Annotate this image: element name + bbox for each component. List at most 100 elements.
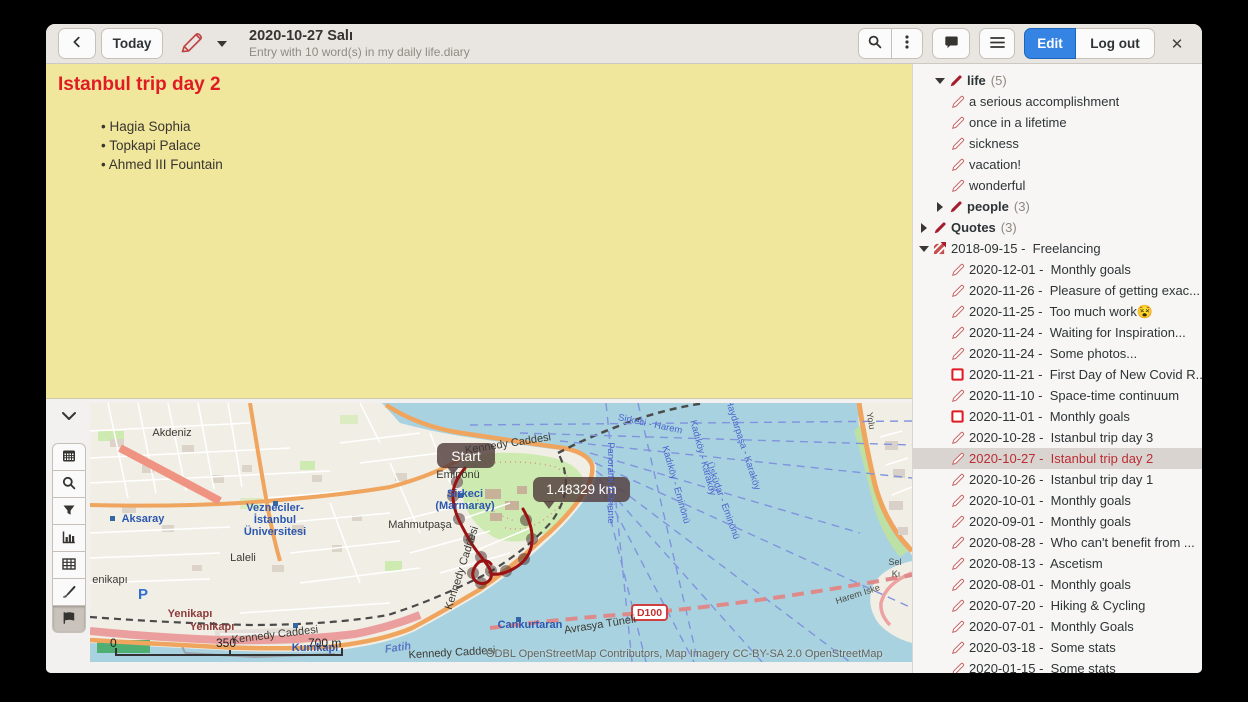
kebab-menu-button[interactable] bbox=[892, 28, 923, 59]
todo-icon bbox=[951, 409, 966, 424]
expander-open-icon[interactable] bbox=[935, 76, 945, 86]
pencil-outline-icon bbox=[951, 283, 966, 298]
tree-row[interactable]: Quotes (3) bbox=[913, 217, 1202, 238]
chart-icon bbox=[61, 529, 77, 548]
expander-closed-icon[interactable] bbox=[919, 223, 929, 233]
pencil-outline-icon bbox=[951, 157, 966, 172]
map-panel[interactable]: Start 1.48329 km D100 AkdenizAksarayVezn… bbox=[90, 403, 912, 662]
tree-row[interactable]: 2018-09-15 - Freelancing bbox=[913, 238, 1202, 259]
tree-row[interactable]: 2020-11-24 - Some photos... bbox=[913, 343, 1202, 364]
map-toolbar bbox=[52, 443, 86, 633]
tree-row[interactable]: 2020-07-01 - Monthly Goals bbox=[913, 616, 1202, 637]
tree-row[interactable]: wonderful bbox=[913, 175, 1202, 196]
logout-button[interactable]: Log out bbox=[1076, 28, 1155, 59]
tree-row[interactable]: 2020-11-21 - First Day of New Covid R... bbox=[913, 364, 1202, 385]
bookmark-icon bbox=[943, 34, 960, 53]
tree-row[interactable]: 2020-08-13 - Ascetism bbox=[913, 553, 1202, 574]
pencil-outline-icon bbox=[951, 640, 966, 655]
tree-row-label: 2020-08-13 - Ascetism bbox=[969, 556, 1103, 571]
map-label: Vezneciler- İstanbul Üniversitesi bbox=[244, 502, 306, 538]
map-scale-bar bbox=[115, 648, 343, 656]
flag-icon bbox=[61, 610, 77, 629]
main-menu-button[interactable] bbox=[979, 28, 1015, 59]
tree-row-label: vacation! bbox=[969, 157, 1021, 172]
chevron-down-icon bbox=[61, 410, 77, 425]
tree-row-count: (3) bbox=[1001, 220, 1017, 235]
map-label: Eminönü bbox=[436, 469, 479, 481]
tree-row[interactable]: 2020-09-01 - Monthly goals bbox=[913, 511, 1202, 532]
todo-icon bbox=[951, 367, 966, 382]
headerbar: Today 2020-10-27 Salı Entry with 10 word… bbox=[46, 24, 1202, 64]
pencil-outline-icon bbox=[951, 493, 966, 508]
edit-button[interactable]: Edit bbox=[1024, 28, 1076, 59]
tree-row[interactable]: once in a lifetime bbox=[913, 112, 1202, 133]
chevron-left-icon bbox=[70, 35, 84, 52]
map-label: Laleli bbox=[230, 552, 256, 564]
paint-button[interactable] bbox=[52, 578, 86, 606]
pencil-filled-icon bbox=[949, 199, 964, 214]
collapse-map-button[interactable] bbox=[56, 408, 82, 426]
search-button[interactable] bbox=[52, 470, 86, 498]
tree-row-label: Quotes bbox=[951, 220, 996, 235]
calendar-icon bbox=[61, 448, 77, 467]
table-button[interactable] bbox=[52, 551, 86, 579]
tree-row[interactable]: 2020-10-01 - Monthly goals bbox=[913, 490, 1202, 511]
entry-subtitle: Entry with 10 word(s) in my daily life.d… bbox=[249, 45, 470, 59]
tree-row[interactable]: 2020-08-01 - Monthly goals bbox=[913, 574, 1202, 595]
tree-row[interactable]: 2020-07-20 - Hiking & Cycling bbox=[913, 595, 1202, 616]
entry-dropdown-button[interactable] bbox=[211, 28, 233, 59]
tree-row[interactable]: 2020-11-26 - Pleasure of getting exac... bbox=[913, 280, 1202, 301]
tree-row[interactable]: 2020-11-25 - Too much work😵 bbox=[913, 301, 1202, 322]
map-label: Aksaray bbox=[122, 513, 165, 525]
map-label: Yolu bbox=[864, 412, 877, 431]
pencil-outline-icon bbox=[951, 115, 966, 130]
expander-open-icon[interactable] bbox=[919, 244, 929, 254]
tree-row-label: 2020-01-15 - Some stats bbox=[969, 661, 1116, 673]
entry-editor[interactable]: Istanbul trip day 2 Hagia SophiaTopkapi … bbox=[46, 64, 912, 399]
tree-row[interactable]: 2020-08-28 - Who can't benefit from ... bbox=[913, 532, 1202, 553]
bookmarks-button[interactable] bbox=[932, 28, 970, 59]
tree-row[interactable]: 2020-12-01 - Monthly goals bbox=[913, 259, 1202, 280]
tree-row[interactable]: 2020-11-10 - Space-time continuum bbox=[913, 385, 1202, 406]
search-button[interactable] bbox=[858, 28, 892, 59]
tree-row-label: 2020-10-01 - Monthly goals bbox=[969, 493, 1131, 508]
calendar-button[interactable] bbox=[52, 443, 86, 471]
tree-row[interactable]: life(5) bbox=[913, 70, 1202, 91]
map-label: Mahmutpaşa bbox=[388, 519, 452, 531]
pencil-outline-icon bbox=[951, 346, 966, 361]
today-button[interactable]: Today bbox=[101, 28, 163, 59]
close-window-button[interactable]: ✕ bbox=[1164, 28, 1190, 59]
pencil-outline-icon bbox=[951, 178, 966, 193]
filter-icon bbox=[61, 502, 77, 521]
tree-row-label: 2020-11-24 - Waiting for Inspiration... bbox=[969, 325, 1186, 340]
pencil-outline-icon bbox=[951, 388, 966, 403]
entry-bullet-list: Hagia SophiaTopkapi PalaceAhmed III Foun… bbox=[101, 117, 900, 174]
tree-row[interactable]: vacation! bbox=[913, 154, 1202, 175]
search-menu-group bbox=[858, 28, 923, 59]
tree-row[interactable]: 2020-10-26 - Istanbul trip day 1 bbox=[913, 469, 1202, 490]
tree-row[interactable]: 2020-10-28 - Istanbul trip day 3 bbox=[913, 427, 1202, 448]
tree-row-label: 2020-07-20 - Hiking & Cycling bbox=[969, 598, 1145, 613]
map-label: Yenikapı bbox=[168, 608, 213, 620]
tree-row-label: 2020-12-01 - Monthly goals bbox=[969, 262, 1131, 277]
tree-row[interactable]: a serious accomplishment bbox=[913, 91, 1202, 112]
tree-row[interactable]: people(3) bbox=[913, 196, 1202, 217]
pencil-outline-icon bbox=[951, 304, 966, 319]
map-flag-button[interactable] bbox=[52, 605, 86, 633]
entry-pencil-button[interactable] bbox=[171, 28, 211, 59]
tree-row[interactable]: sickness bbox=[913, 133, 1202, 154]
tree-row[interactable]: 2020-10-27 - Istanbul trip day 2 bbox=[913, 448, 1202, 469]
tree-row[interactable]: 2020-11-01 - Monthly goals bbox=[913, 406, 1202, 427]
tree-row[interactable]: 2020-11-24 - Waiting for Inspiration... bbox=[913, 322, 1202, 343]
tree-row[interactable]: 2020-01-15 - Some stats bbox=[913, 658, 1202, 673]
filter-button[interactable] bbox=[52, 497, 86, 525]
app-window: Today 2020-10-27 Salı Entry with 10 word… bbox=[46, 24, 1202, 673]
tree-row[interactable]: 2020-03-18 - Some stats bbox=[913, 637, 1202, 658]
expander-closed-icon[interactable] bbox=[935, 202, 945, 212]
pencil-filled-icon bbox=[949, 73, 964, 88]
map-region: Start 1.48329 km D100 AkdenizAksarayVezn… bbox=[46, 400, 912, 673]
tree-row-label: 2020-10-26 - Istanbul trip day 1 bbox=[969, 472, 1153, 487]
back-button[interactable] bbox=[58, 28, 96, 59]
chart-button[interactable] bbox=[52, 524, 86, 552]
header-titles: 2020-10-27 Salı Entry with 10 word(s) in… bbox=[249, 28, 470, 60]
